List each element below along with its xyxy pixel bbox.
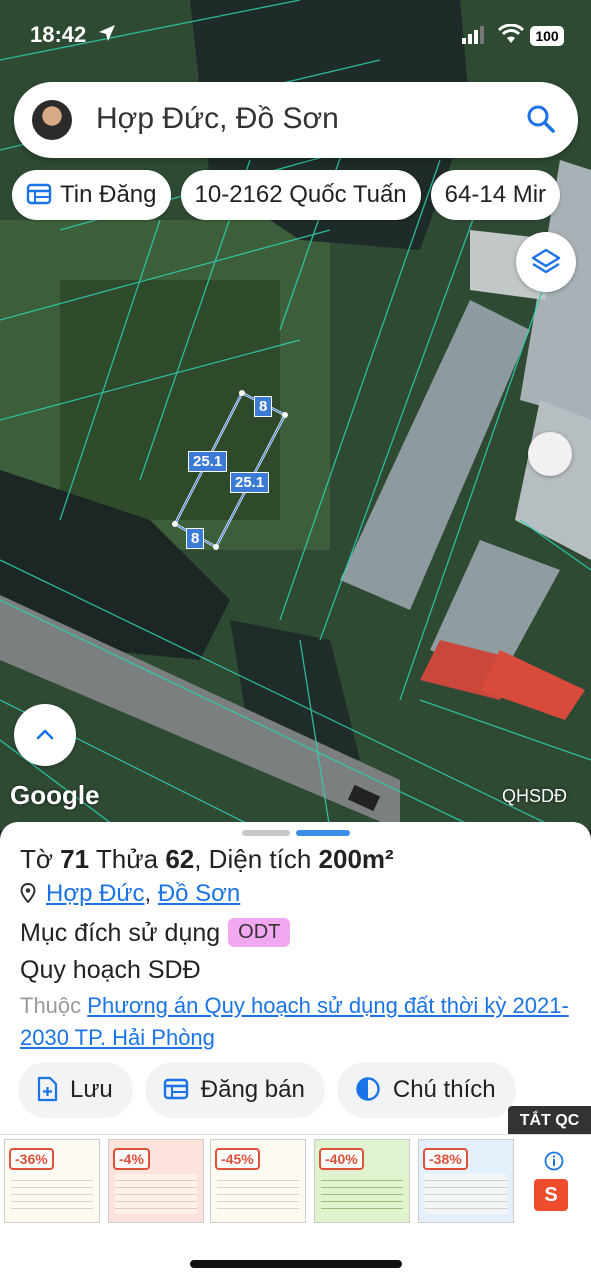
listing-icon: [163, 1078, 188, 1099]
ad-thumbnail: [217, 1174, 299, 1214]
discount-badge: -40%: [319, 1148, 364, 1170]
plan-label: Quy hoạch SDĐ: [20, 956, 201, 984]
filter-chips: Tin Đăng 10-2162 Quốc Tuấn 64-14 Mir: [12, 170, 591, 222]
ad-item[interactable]: -4%: [108, 1139, 204, 1223]
search-bar[interactable]: Hợp Đức, Đồ Sơn: [14, 82, 578, 158]
contrast-icon: [356, 1076, 380, 1101]
chip-tin-dang[interactable]: Tin Đăng: [12, 170, 171, 220]
discount-badge: -4%: [113, 1148, 150, 1170]
ad-item[interactable]: -40%: [314, 1139, 410, 1223]
status-bar: 18:42 100: [0, 18, 591, 58]
side-handle[interactable]: [528, 432, 572, 476]
shop-logo[interactable]: S: [534, 1179, 568, 1211]
sheet-handle[interactable]: [242, 830, 290, 836]
separator: ,: [144, 880, 152, 907]
info-icon[interactable]: [544, 1151, 564, 1171]
expand-up-button[interactable]: [14, 704, 76, 766]
parcel-title: Tờ 71 Thửa 62, Diện tích 200m²: [20, 844, 394, 875]
plan-reference: Thuộc Phương án Quy hoạch sử dụng đất th…: [20, 990, 580, 1054]
close-ads-button[interactable]: TẮT QC: [508, 1106, 591, 1136]
parcel-edge-right-label: 25.1: [230, 472, 270, 493]
chevron-up-icon: [36, 729, 54, 740]
pin-icon: [20, 882, 36, 904]
wifi-icon: [498, 24, 524, 43]
sheet-number: 71: [60, 844, 90, 874]
save-label: Lưu: [70, 1076, 113, 1103]
parcel-edge-bottom-label: 8: [186, 528, 205, 549]
discount-badge: -45%: [215, 1148, 260, 1170]
ad-thumbnail: [321, 1174, 403, 1214]
land-use-row: Mục đích sử dụng ODT: [20, 918, 291, 948]
land-use-badge: ODT: [228, 918, 291, 947]
chip-listing-2[interactable]: 64-14 Mir: [430, 170, 561, 220]
layers-button[interactable]: [516, 232, 576, 292]
parcel-word: Thửa: [95, 844, 159, 874]
ad-banner[interactable]: -36% -4% -45% -40% -38% S: [0, 1134, 591, 1226]
parcel-number: 62: [165, 844, 195, 874]
ad-item[interactable]: -36%: [4, 1139, 100, 1223]
post-sale-button[interactable]: Đăng bán: [144, 1062, 325, 1118]
chip-label: 64-14 Mir: [444, 181, 547, 208]
land-use-label: Mục đích sử dụng: [20, 919, 221, 947]
add-file-icon: [37, 1076, 58, 1101]
legend-button[interactable]: Chú thích: [336, 1062, 516, 1118]
layers-icon: [531, 248, 561, 274]
chip-listing-1[interactable]: 10-2162 Quốc Tuấn: [180, 170, 421, 220]
area-label: , Diện tích: [194, 844, 312, 874]
google-logo: Google: [10, 780, 100, 810]
sheet-handle-active[interactable]: [296, 830, 350, 836]
legend-label: Chú thích: [392, 1076, 496, 1103]
parcel-info-sheet: Tờ 71 Thửa 62, Diện tích 200m² Hợp Đức, …: [0, 822, 591, 1280]
ad-thumbnail: [115, 1174, 197, 1214]
title-prefix: Tờ: [20, 844, 53, 874]
ad-thumbnail: [425, 1174, 507, 1214]
belong-label: Thuộc: [20, 993, 82, 1018]
avatar[interactable]: [32, 100, 72, 140]
ad-thumbnail: [11, 1174, 93, 1214]
sell-label: Đăng bán: [200, 1076, 305, 1103]
discount-badge: -36%: [9, 1148, 54, 1170]
save-button[interactable]: Lưu: [18, 1062, 133, 1118]
district-link[interactable]: Đồ Sơn: [158, 880, 240, 907]
ad-item[interactable]: -45%: [210, 1139, 306, 1223]
ad-item[interactable]: -38%: [418, 1139, 514, 1223]
location-arrow-icon: [99, 25, 115, 41]
action-buttons: Lưu Đăng bán Chú thích: [18, 1062, 591, 1118]
location-row: Hợp Đức, Đồ Sơn: [20, 880, 240, 908]
layer-label: QHSDĐ: [502, 786, 568, 806]
parcel-edge-left-label: 25.1: [188, 451, 228, 472]
battery-indicator: 100: [530, 26, 564, 46]
chip-label: 10-2162 Quốc Tuấn: [194, 181, 407, 208]
home-indicator[interactable]: [190, 1260, 402, 1268]
discount-badge: -38%: [423, 1148, 468, 1170]
clock: 18:42: [30, 22, 87, 47]
search-query[interactable]: Hợp Đức, Đồ Sơn: [96, 102, 339, 136]
listing-icon: [26, 183, 52, 204]
signal-icon: [462, 26, 484, 44]
area-value: 200m²: [318, 844, 394, 874]
search-icon[interactable]: [526, 104, 556, 134]
plan-link[interactable]: Phương án Quy hoạch sử dụng đất thời kỳ …: [20, 993, 569, 1050]
ward-link[interactable]: Hợp Đức: [46, 880, 144, 907]
chip-label: Tin Đăng: [60, 181, 157, 208]
parcel-edge-top-label: 8: [254, 396, 273, 417]
